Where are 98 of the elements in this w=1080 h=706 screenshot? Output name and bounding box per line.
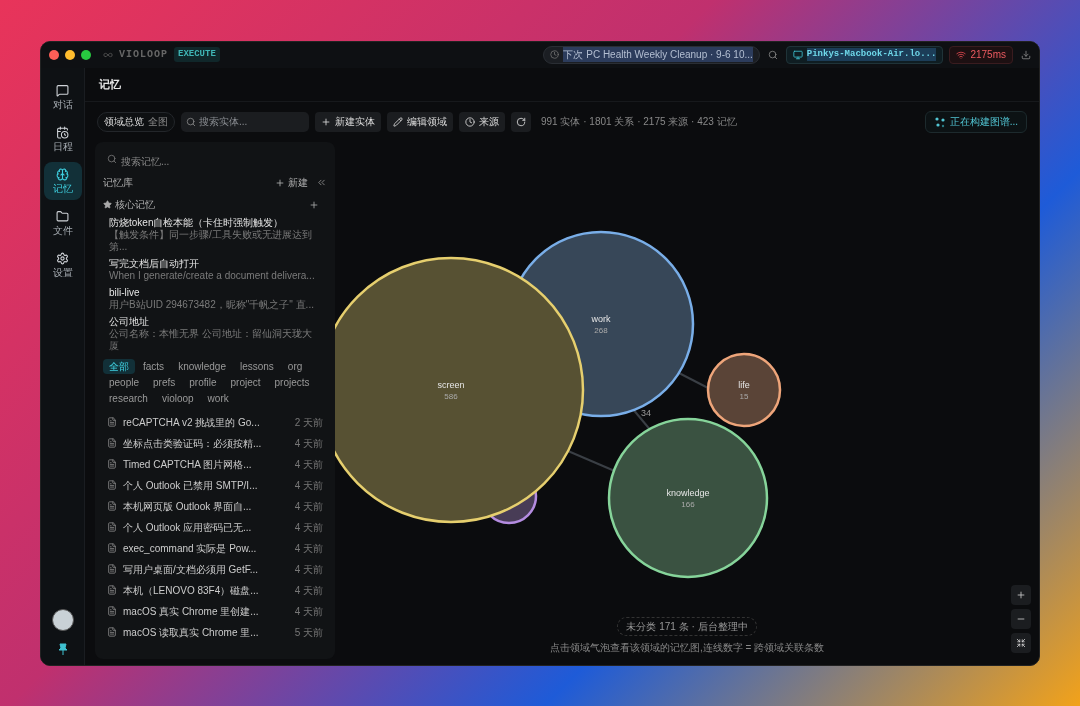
nav-item[interactable]: 文件 — [43, 203, 82, 242]
library-title: 记忆库 — [103, 176, 134, 190]
memory-search-field[interactable]: 搜索记忆... — [103, 150, 327, 172]
document-icon — [107, 438, 117, 448]
pin-icon[interactable] — [57, 642, 68, 655]
search-icon — [107, 153, 117, 164]
plus-icon — [275, 177, 285, 188]
edge-label: 34 — [641, 407, 651, 418]
memory-item[interactable]: exec_command 实际是 Pow... 4 天前 — [103, 537, 327, 559]
tag-chip[interactable]: knowledge — [172, 358, 232, 374]
memory-item[interactable]: 本机网页版 Outlook 界面自... 4 天前 — [103, 495, 327, 517]
domain-bubble[interactable]: screen 586 — [335, 256, 585, 523]
entity-search-field[interactable]: 搜索实体... — [181, 111, 309, 132]
shrink-icon — [1016, 637, 1026, 648]
button-icon — [465, 116, 475, 127]
close-button[interactable] — [49, 49, 59, 60]
search-icon — [186, 116, 196, 127]
nav-icon — [56, 251, 69, 265]
toolbar-button[interactable]: 来源 — [459, 111, 505, 132]
memory-item[interactable]: Timed CAPTCHA 图片网格... 4 天前 — [103, 453, 327, 475]
core-memory-item[interactable]: 写完文档后自动打开 When I generate/create a document delivera... — [103, 254, 327, 284]
nav-item[interactable]: 对话 — [43, 77, 82, 116]
minimize-button[interactable] — [65, 49, 75, 60]
document-icon — [107, 543, 117, 553]
graph-hint: 点击领域气泡查看该领域的记忆图,连线数字 = 跨领域关联条数 — [549, 640, 825, 655]
button-icon — [321, 116, 331, 127]
building-graph-button[interactable]: 正在构建图谱... — [924, 110, 1027, 133]
add-core-icon[interactable] — [309, 199, 319, 210]
tag-chip[interactable]: work — [201, 390, 235, 406]
memory-item[interactable]: macOS 读取真实 Chrome 里... 5 天前 — [103, 621, 327, 643]
overview-button[interactable]: 领域总览 全图 — [97, 111, 175, 132]
document-icon — [107, 627, 117, 637]
mode-badge: EXECUTE — [174, 46, 220, 63]
document-icon — [107, 606, 117, 616]
clock-icon — [550, 50, 560, 59]
nav-item[interactable]: 设置 — [43, 245, 82, 284]
latency-pill: 2175ms — [949, 45, 1013, 64]
memory-item[interactable]: 本机（LENOVO 83F4）磁盘... 4 天前 — [103, 579, 327, 601]
memory-item[interactable]: macOS 真实 Chrome 里创建... 4 天前 — [103, 600, 327, 622]
memory-item[interactable]: 写用户桌面/文档必须用 GetF... 4 天前 — [103, 558, 327, 580]
tag-chip[interactable]: project — [224, 374, 267, 390]
tag-chip[interactable]: profile — [183, 374, 223, 390]
refresh-button[interactable] — [511, 111, 531, 132]
memory-item[interactable]: reCAPTCHA v2 挑战里的 Go... 2 天前 — [103, 411, 327, 433]
tag-chip[interactable]: people — [103, 374, 146, 390]
fit-view-button[interactable] — [1011, 632, 1031, 653]
memory-item[interactable]: 个人 Outlook 应用密码已无... 4 天前 — [103, 516, 327, 538]
toolbar-button[interactable]: 新建实体 — [315, 111, 381, 132]
core-memory-title: 核心记忆 — [115, 198, 156, 212]
tag-chip[interactable]: 全部 — [103, 358, 135, 374]
star-icon — [103, 200, 112, 209]
nav-item[interactable]: 记忆 — [43, 161, 82, 200]
document-icon — [107, 564, 117, 574]
nav-icon — [56, 125, 69, 139]
tag-chip[interactable]: facts — [137, 358, 171, 374]
tag-chip[interactable]: org — [281, 358, 309, 374]
host-pill[interactable]: Pinkys-Macbook-Air.lo... — [785, 45, 944, 64]
monitor-icon — [792, 49, 803, 60]
document-icon — [107, 501, 117, 511]
tag-chip[interactable]: research — [103, 390, 154, 406]
document-icon — [107, 480, 117, 490]
button-icon — [393, 116, 403, 127]
nav-item[interactable]: 日程 — [43, 119, 82, 158]
schedule-pill[interactable]: 下次 PC Health Weekly Cleanup · 9-6 10... — [543, 45, 760, 64]
zoom-button[interactable] — [81, 49, 91, 60]
search-icon[interactable] — [767, 49, 778, 60]
collapse-icon[interactable] — [316, 177, 327, 188]
nav-icon — [56, 209, 69, 223]
memory-item[interactable]: 坐标点击类验证码：必须按精... 4 天前 — [103, 432, 327, 454]
domain-bubble[interactable]: life 15 — [706, 352, 782, 427]
avatar[interactable] — [51, 608, 74, 631]
tag-chip[interactable]: projects — [268, 374, 316, 390]
refresh-icon — [516, 116, 526, 127]
zoom-out-button[interactable] — [1011, 608, 1031, 629]
core-memory-item[interactable]: bili-live 用户B站UID 294673482，昵称"千帆之子" 直... — [103, 283, 327, 313]
nav-icon — [56, 83, 69, 97]
core-memory-item[interactable]: 公司地址 公司名称：本惟无界 公司地址：留仙洞天珑大厦 — [103, 312, 327, 354]
document-icon — [107, 459, 117, 469]
app-name: VIOLOOP — [119, 48, 168, 62]
document-icon — [107, 585, 117, 595]
document-icon — [107, 417, 117, 427]
nav-icon — [56, 167, 69, 181]
page-title: 记忆 — [99, 76, 121, 92]
graph-stats: 991 实体 · 1801 关系 · 2175 来源 · 423 记忆 — [541, 115, 737, 129]
uncategorized-pill: 未分类 171 条 · 后台整理中 — [617, 616, 757, 636]
domain-bubble[interactable]: knowledge 166 — [607, 417, 769, 578]
download-icon[interactable] — [1021, 49, 1031, 60]
document-icon — [107, 522, 117, 532]
new-memory-button[interactable]: 新建 — [275, 175, 308, 190]
tag-chip[interactable]: prefs — [147, 374, 182, 390]
zoom-in-button[interactable] — [1011, 584, 1031, 605]
plus-icon — [1016, 589, 1026, 600]
tag-chip[interactable]: violoop — [155, 390, 200, 406]
tag-chip[interactable]: lessons — [233, 358, 280, 374]
wifi-icon — [956, 49, 967, 60]
toolbar-button[interactable]: 编辑领域 — [387, 111, 453, 132]
dots-icon — [933, 115, 946, 128]
memory-item[interactable]: 个人 Outlook 已禁用 SMTP/I... 4 天前 — [103, 474, 327, 496]
